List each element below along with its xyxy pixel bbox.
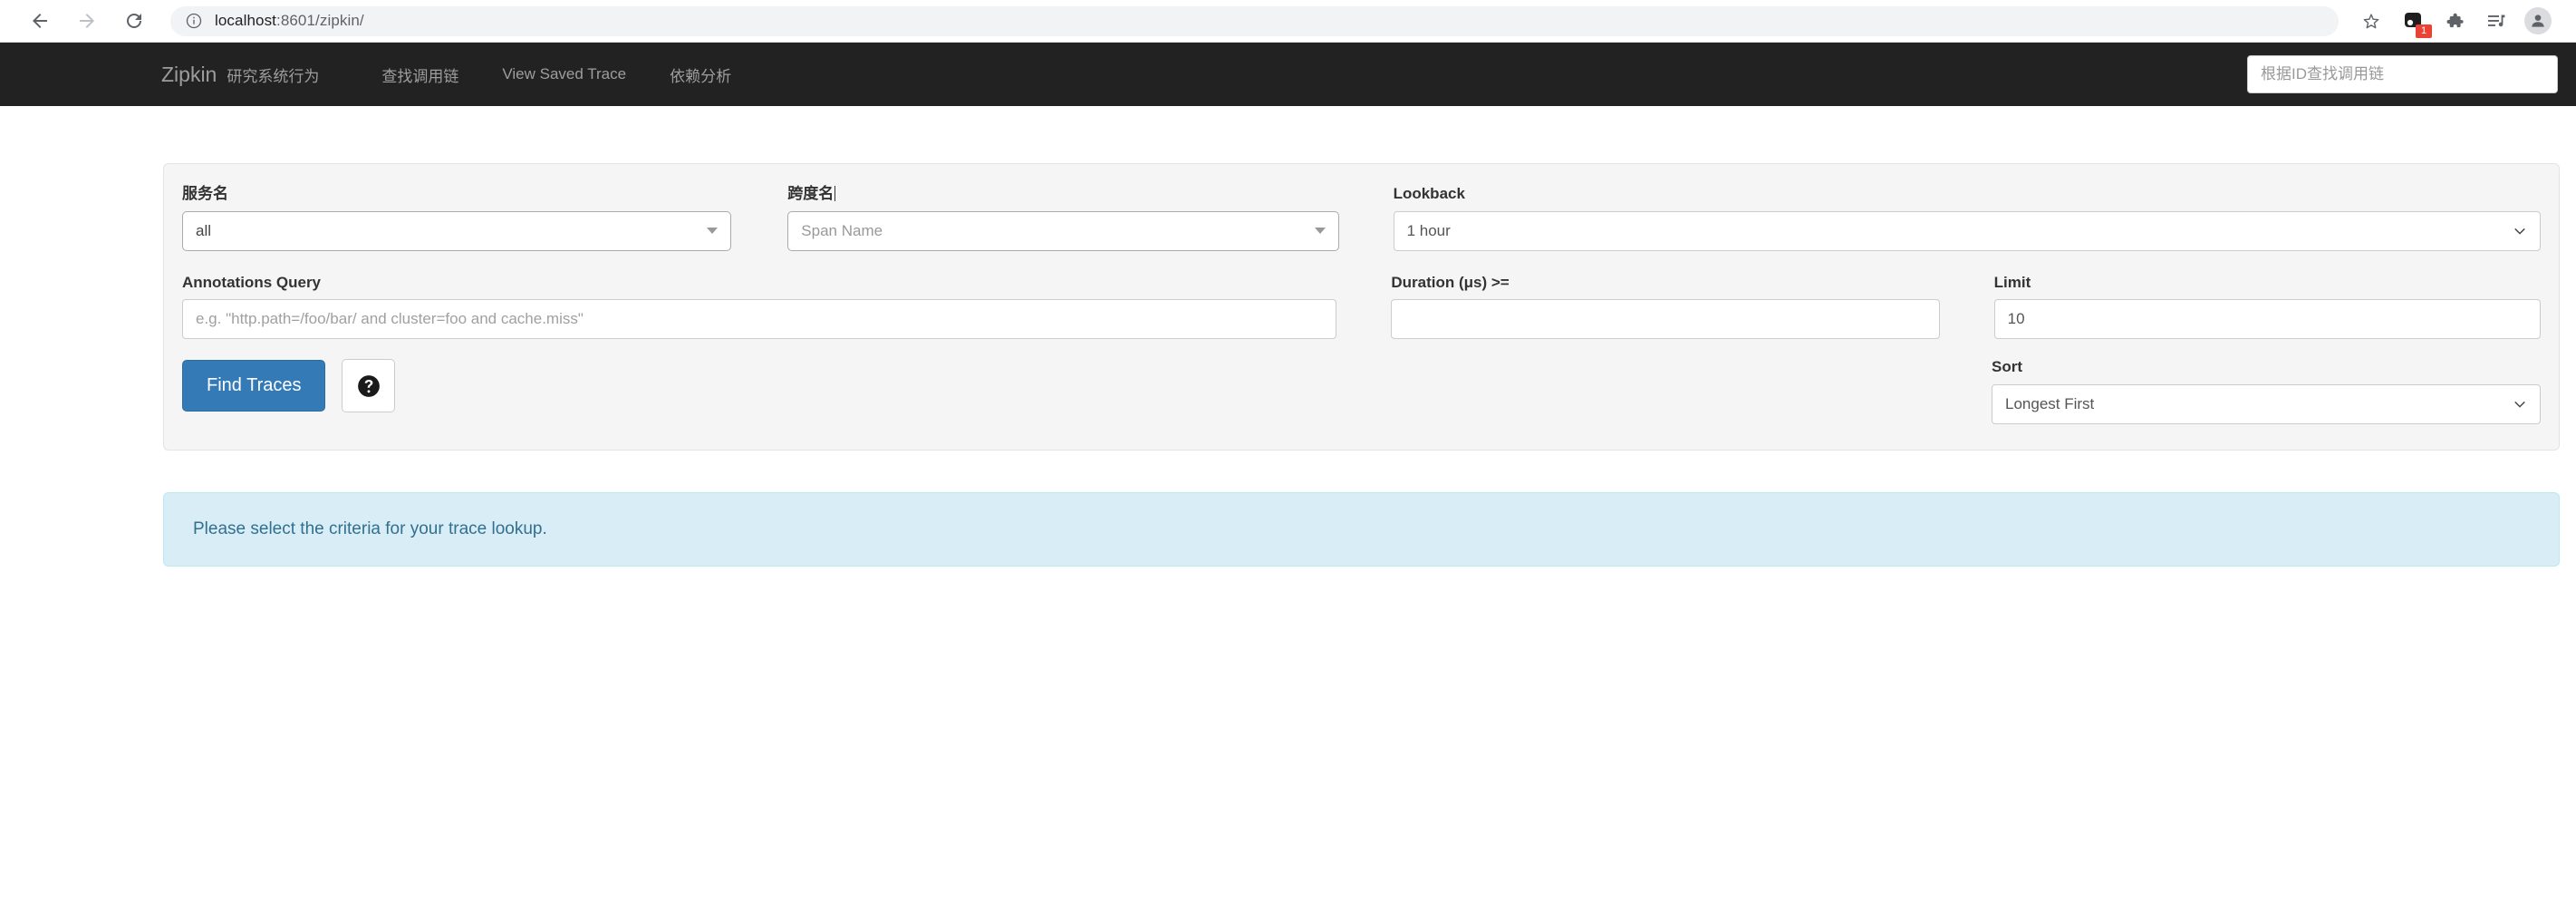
- annotations-query-label: Annotations Query: [182, 273, 322, 291]
- sort-field: Sort Longest First: [1992, 358, 2541, 425]
- span-name-label-text: 跨度名: [787, 185, 835, 202]
- reload-icon: [127, 14, 141, 28]
- playlist-music-icon: [2488, 15, 2505, 27]
- bookmark-button[interactable]: [2353, 3, 2389, 39]
- annotations-query-input[interactable]: [182, 299, 1337, 340]
- service-name-field: 服务名 all: [182, 185, 732, 251]
- nav-link-find-traces[interactable]: 查找调用链: [360, 63, 480, 86]
- find-traces-button[interactable]: Find Traces: [182, 360, 326, 412]
- star-icon: [2363, 14, 2379, 29]
- browser-chrome: localhost:8601/zipkin/ 1: [0, 0, 2576, 43]
- service-name-select[interactable]: all: [182, 210, 732, 251]
- profile-button[interactable]: [2520, 3, 2556, 39]
- lookback-field: Lookback 1 hour: [1393, 185, 2541, 251]
- address-bar[interactable]: localhost:8601/zipkin/: [170, 5, 2339, 36]
- search-criteria-panel: 服务名 all 跨度名 Span Name Lookback 1 hour An…: [163, 163, 2560, 451]
- duration-field: Duration (μs) >=: [1391, 273, 1940, 340]
- arrow-right-icon: [80, 14, 94, 28]
- url-path: :8601/zipkin/: [276, 12, 364, 29]
- extension-with-badge-button[interactable]: 1: [2395, 3, 2432, 39]
- puzzle-icon: [2446, 13, 2464, 28]
- zipkin-navbar: Zipkin 研究系统行为 查找调用链 View Saved Trace 依赖分…: [0, 43, 2576, 106]
- url-text: localhost:8601/zipkin/: [215, 12, 364, 30]
- lookback-label: Lookback: [1393, 185, 1465, 202]
- duration-input[interactable]: [1391, 299, 1940, 340]
- brand[interactable]: Zipkin 研究系统行为: [161, 62, 320, 86]
- question-mark-circle-icon: [358, 375, 380, 397]
- page-content: 服务名 all 跨度名 Span Name Lookback 1 hour An…: [0, 163, 2576, 567]
- arrow-left-icon: [33, 14, 47, 28]
- site-info-icon[interactable]: [185, 12, 203, 30]
- criteria-row-3: Find Traces Sort Longest First: [182, 358, 2541, 425]
- lookback-value: 1 hour: [1406, 221, 1451, 239]
- sort-label: Sort: [1992, 358, 2022, 376]
- span-name-label: 跨度名: [787, 185, 1338, 203]
- limit-label: Limit: [1993, 273, 2031, 291]
- span-name-field: 跨度名 Span Name: [787, 185, 1339, 251]
- caret-down-icon: [707, 228, 719, 235]
- criteria-row-1: 服务名 all 跨度名 Span Name Lookback 1 hour: [182, 185, 2541, 251]
- form-actions: Find Traces: [182, 359, 396, 413]
- brand-name: Zipkin: [161, 62, 217, 86]
- criteria-row-2: Annotations Query Duration (μs) >= Limit: [182, 273, 2541, 340]
- help-button[interactable]: [342, 359, 396, 413]
- annotations-query-field: Annotations Query: [182, 273, 1337, 340]
- extensions-button[interactable]: [2436, 3, 2473, 39]
- avatar: [2524, 7, 2552, 34]
- info-alert-message: Please select the criteria for your trac…: [193, 519, 547, 539]
- duration-label: Duration (μs) >=: [1391, 273, 1510, 291]
- extension-badge-count: 1: [2416, 24, 2432, 38]
- info-alert: Please select the criteria for your trac…: [163, 492, 2560, 567]
- avatar-icon: [2532, 15, 2544, 27]
- reload-button[interactable]: [114, 1, 154, 41]
- nav-link-dependencies[interactable]: 依赖分析: [648, 63, 753, 86]
- lookback-select[interactable]: 1 hour: [1393, 210, 2541, 251]
- chevron-down-icon: [2512, 223, 2528, 239]
- trace-id-search[interactable]: [2247, 55, 2558, 93]
- forward-button[interactable]: [67, 1, 107, 41]
- service-name-value: all: [196, 221, 212, 239]
- span-name-select[interactable]: Span Name: [787, 210, 1339, 251]
- limit-field: Limit: [1993, 273, 2541, 340]
- span-name-placeholder: Span Name: [801, 221, 883, 239]
- navbar-links: 查找调用链 View Saved Trace 依赖分析: [360, 63, 753, 86]
- brand-subtitle: 研究系统行为: [227, 67, 320, 85]
- chevron-down-icon: [2512, 396, 2528, 412]
- browser-nav-buttons: [20, 1, 154, 41]
- caret-down-icon: [1314, 228, 1326, 235]
- browser-toolbar-icons: 1: [2353, 3, 2556, 39]
- limit-input[interactable]: [1993, 299, 2541, 340]
- trace-id-search-input[interactable]: [2248, 56, 2557, 92]
- service-name-label: 服务名: [182, 185, 228, 202]
- sort-value: Longest First: [2005, 395, 2095, 413]
- sort-select[interactable]: Longest First: [1992, 384, 2541, 425]
- url-host: localhost: [215, 12, 276, 29]
- back-button[interactable]: [20, 1, 60, 41]
- nav-link-view-saved-trace[interactable]: View Saved Trace: [480, 65, 648, 83]
- media-control-button[interactable]: [2478, 3, 2514, 39]
